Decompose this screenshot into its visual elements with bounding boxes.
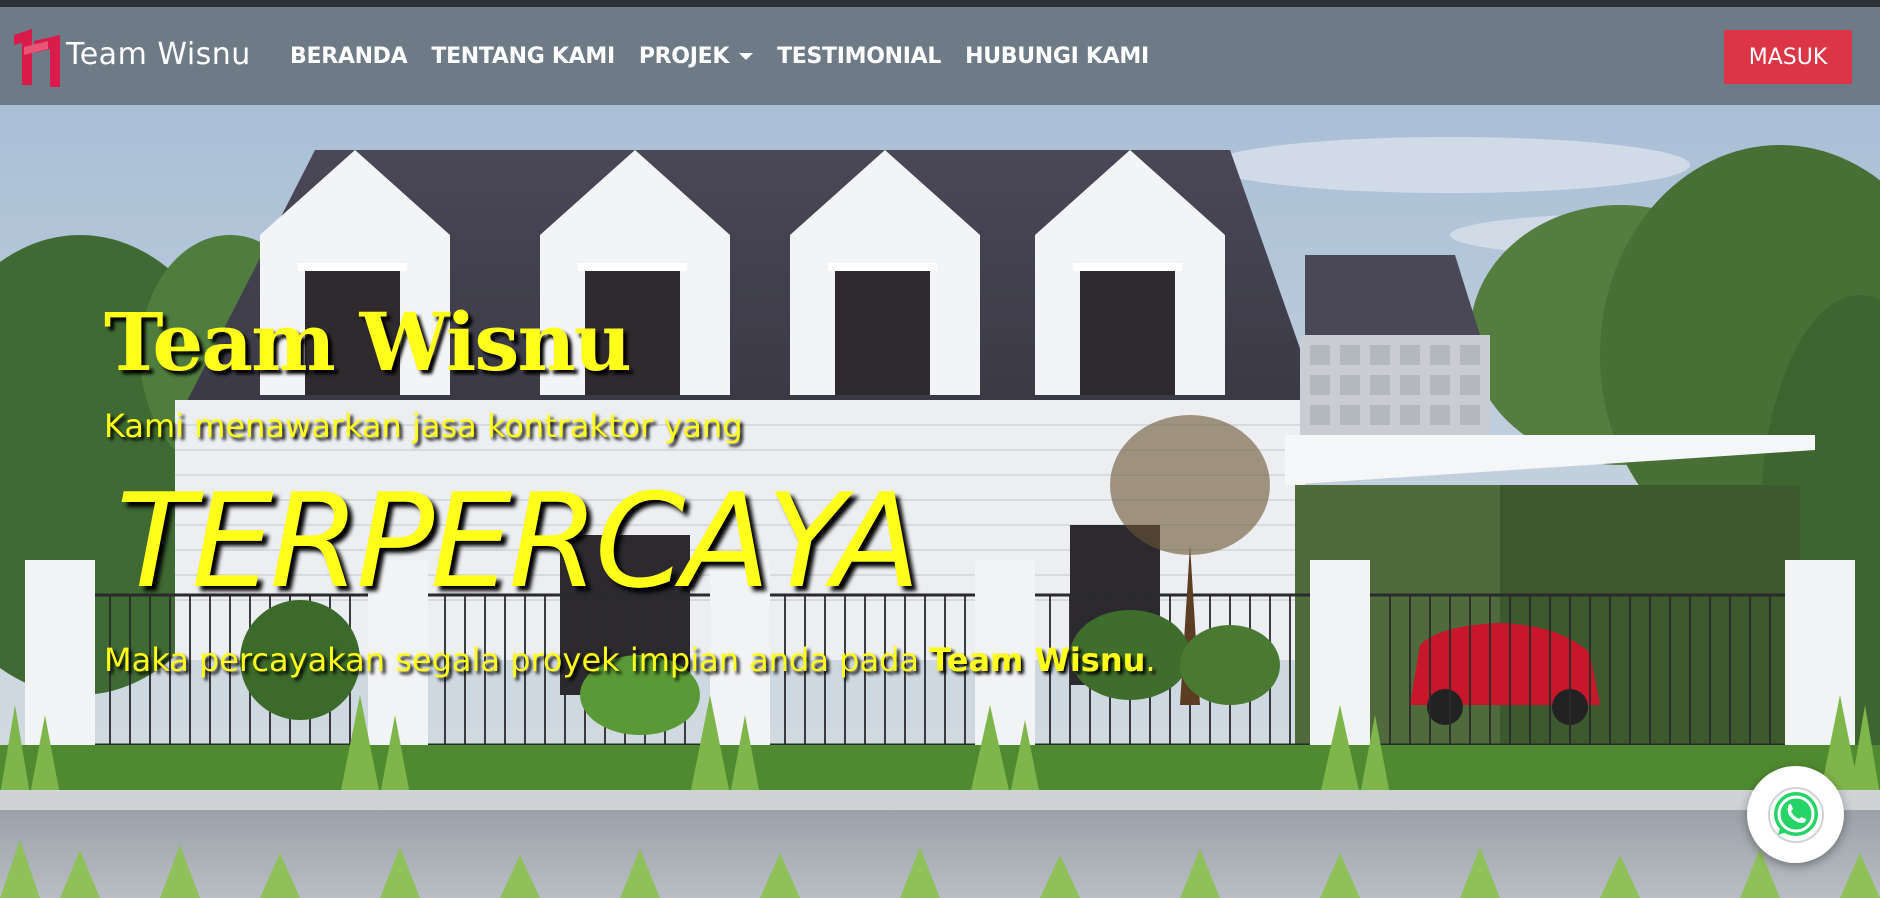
brand-link[interactable]: Team Wisnu: [12, 27, 251, 87]
hero-title: Team Wisnu: [104, 295, 632, 389]
hero-subtitle: Kami menawarkan jasa kontraktor yang: [104, 407, 743, 445]
login-button[interactable]: MASUK: [1724, 30, 1852, 84]
hero-tagline-prefix: Maka percayakan segala proyek impian and…: [104, 641, 930, 679]
whatsapp-icon: [1767, 786, 1824, 843]
nav-item-projek-label: PROJEK: [638, 43, 730, 69]
window-top-strip: [0, 0, 1880, 7]
hero-tagline-brand: Team Wisnu: [929, 641, 1146, 679]
nav-item-projek[interactable]: PROJEK: [638, 43, 754, 69]
hero-text-overlay: Team Wisnu Kami menawarkan jasa kontrakt…: [0, 105, 1880, 898]
whatsapp-button[interactable]: [1747, 766, 1844, 863]
hero-tagline: Maka percayakan segala proyek impian and…: [104, 641, 1156, 679]
nav-item-hubungi-kami[interactable]: HUBUNGI KAMI: [965, 44, 1149, 69]
nav-item-beranda[interactable]: BERANDA: [290, 44, 408, 69]
hero-tagline-suffix: .: [1145, 641, 1156, 679]
caret-down-icon: [739, 52, 754, 60]
nav-item-tentang-kami[interactable]: TENTANG KAMI: [431, 44, 615, 69]
nav-menu: BERANDA TENTANG KAMI PROJEK TESTIMONIAL …: [290, 7, 1149, 105]
navbar: Team Wisnu BERANDA TENTANG KAMI PROJEK T…: [0, 7, 1880, 105]
nav-item-testimonial[interactable]: TESTIMONIAL: [777, 44, 941, 69]
tw-logo-icon: [14, 29, 60, 87]
hero-section: Team Wisnu Kami menawarkan jasa kontrakt…: [0, 105, 1880, 898]
hero-highlight: TERPERCAYA: [116, 465, 921, 617]
brand-name: Team Wisnu: [66, 36, 251, 72]
